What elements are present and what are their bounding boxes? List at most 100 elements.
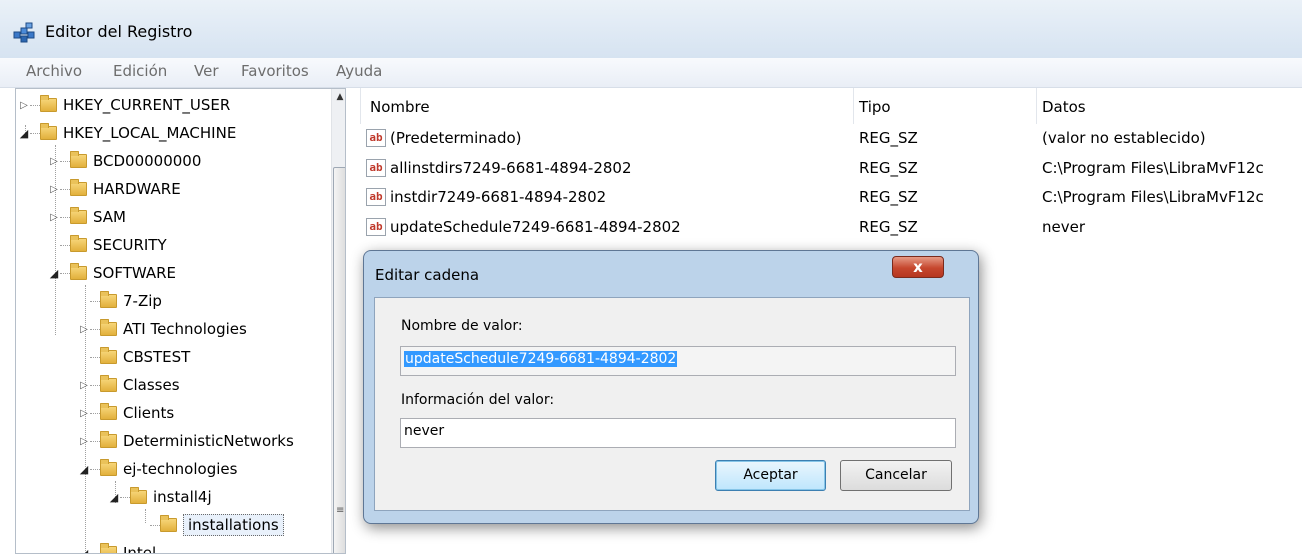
value-type: REG_SZ [859,218,918,236]
tree-node[interactable]: ◢ SOFTWARE [48,260,176,286]
tree-connector-line [90,328,100,330]
scroll-grip-icon: ≡ [336,505,345,516]
tree-connector-line [60,272,70,274]
folder-icon [100,291,117,308]
dialog-title: Editar cadena [375,266,480,284]
value-name-label: Nombre de valor: [401,318,523,334]
scroll-up-arrow-icon[interactable]: ▲ [332,89,345,106]
tree-node[interactable]: SECURITY [48,232,167,258]
value-row[interactable]: ab allinstdirs7249-6681-4894-2802 REG_SZ… [357,156,1302,186]
tree-connector-line [90,384,100,386]
tree-node[interactable]: ◢ install4j [108,484,212,510]
folder-icon [40,123,57,140]
menu-ver[interactable]: Ver [194,62,219,80]
collapse-arrow-icon[interactable]: ◢ [48,267,60,280]
expand-arrow-icon[interactable]: ▷ [78,408,90,419]
tree-node[interactable]: ◢ HKEY_LOCAL_MACHINE [18,120,236,146]
value-data: (valor no establecido) [1042,129,1206,147]
tree-scrollbar[interactable]: ▲ ≡ [331,89,345,553]
expand-arrow-icon[interactable]: ▷ [18,100,30,111]
title-bar: Editor del Registro [0,0,1302,58]
edit-string-dialog: Editar cadena x Nombre de valor: updateS… [363,250,979,524]
expand-arrow-icon[interactable]: ▷ [48,212,60,223]
value-name-field[interactable]: updateSchedule7249-6681-4894-2802 [400,346,956,376]
tree-connector-line [60,244,70,246]
tree-connector-line [90,356,100,358]
tree-node-label: SECURITY [93,236,167,254]
tree-node-label: ej-technologies [123,460,238,478]
registry-tree-pane[interactable]: ▷ HKEY_CURRENT_USER ◢ HKEY_LOCAL_MACHINE ▷ BC… [15,88,346,554]
tree-node[interactable]: 7-Zip [78,288,162,314]
column-header-data[interactable]: Datos [1042,98,1086,116]
tree-node-label: 7-Zip [123,292,162,310]
collapse-arrow-icon[interactable]: ◢ [18,127,30,140]
tree-node[interactable]: ▷ DeterministicNetworks [78,428,294,454]
value-data-field[interactable]: never [400,418,956,448]
tree-node[interactable]: CBSTEST [78,344,190,370]
string-value-icon: ab [366,188,386,206]
expand-arrow-icon[interactable]: ▷ [48,156,60,167]
ok-button[interactable]: Aceptar [715,460,826,491]
folder-icon [40,95,57,112]
collapse-arrow-icon[interactable]: ◢ [78,463,90,476]
folder-icon [100,347,117,364]
collapse-arrow-icon[interactable]: ◢ [78,547,90,554]
tree-node[interactable]: ▷ SAM [48,204,126,230]
tree-node[interactable]: ▷ BCD00000000 [48,148,201,174]
tree-connector-line [120,496,130,498]
tree-connector-line [90,412,100,414]
folder-icon [160,515,177,532]
value-data: C:\Program Files\LibraMvF12c [1042,159,1264,177]
value-row[interactable]: ab (Predeterminado) REG_SZ (valor no est… [357,126,1302,156]
tree-node[interactable]: ▷ HARDWARE [48,176,181,202]
expand-arrow-icon[interactable]: ▷ [78,436,90,447]
tree-node-label: CBSTEST [123,348,191,366]
tree-node[interactable]: ◢ ej-technologies [78,456,237,482]
folder-icon [70,207,87,224]
tree-node[interactable]: ▷ ATI Technologies [78,316,247,342]
folder-icon [100,375,117,392]
tree-connector-line [90,300,100,302]
scroll-thumb[interactable]: ≡ [333,167,345,553]
menu-ayuda[interactable]: Ayuda [336,62,382,80]
column-header-type[interactable]: Tipo [859,98,891,116]
tree-node[interactable]: installations [138,512,284,538]
registry-editor-icon [13,22,35,43]
tree-node[interactable]: ▷ HKEY_CURRENT_USER [18,92,230,118]
folder-icon [100,459,117,476]
expand-arrow-icon[interactable]: ▷ [78,324,90,335]
value-name: updateSchedule7249-6681-4894-2802 [390,218,681,236]
tree-node-label: install4j [153,488,212,506]
window-title: Editor del Registro [45,22,193,41]
tree-connector-line [90,468,100,470]
string-value-icon: ab [366,129,386,147]
value-data-label: Información del valor: [401,392,555,408]
expand-arrow-icon[interactable]: ▷ [78,380,90,391]
expand-arrow-icon[interactable]: ▷ [48,184,60,195]
tree-connector-line [60,160,70,162]
tree-node[interactable]: ◢ Intel [78,540,156,554]
menu-edicion[interactable]: Edición [113,62,167,80]
menu-favoritos[interactable]: Favoritos [241,62,309,80]
collapse-arrow-icon[interactable]: ◢ [108,491,120,504]
value-row[interactable]: ab instdir7249-6681-4894-2802 REG_SZ C:\… [357,185,1302,215]
tree-connector-line [60,216,70,218]
folder-icon [100,319,117,336]
close-icon[interactable]: x [892,256,944,278]
value-type: REG_SZ [859,188,918,206]
tree-node[interactable]: ▷ Classes [78,372,180,398]
tree-connector-line [60,188,70,190]
value-name: (Predeterminado) [390,129,522,147]
cancel-button[interactable]: Cancelar [840,460,952,491]
folder-icon [100,403,117,420]
tree-connector-line [150,524,160,526]
menu-archivo[interactable]: Archivo [26,62,82,80]
value-name: allinstdirs7249-6681-4894-2802 [390,159,632,177]
tree-node-label: SOFTWARE [93,264,177,282]
tree-node[interactable]: ▷ Clients [78,400,174,426]
string-value-icon: ab [366,218,386,236]
tree-node-label: Classes [123,376,180,394]
tree-node-label: Clients [123,404,175,422]
value-row[interactable]: ab updateSchedule7249-6681-4894-2802 REG… [357,215,1302,245]
column-header-name[interactable]: Nombre [370,98,430,116]
